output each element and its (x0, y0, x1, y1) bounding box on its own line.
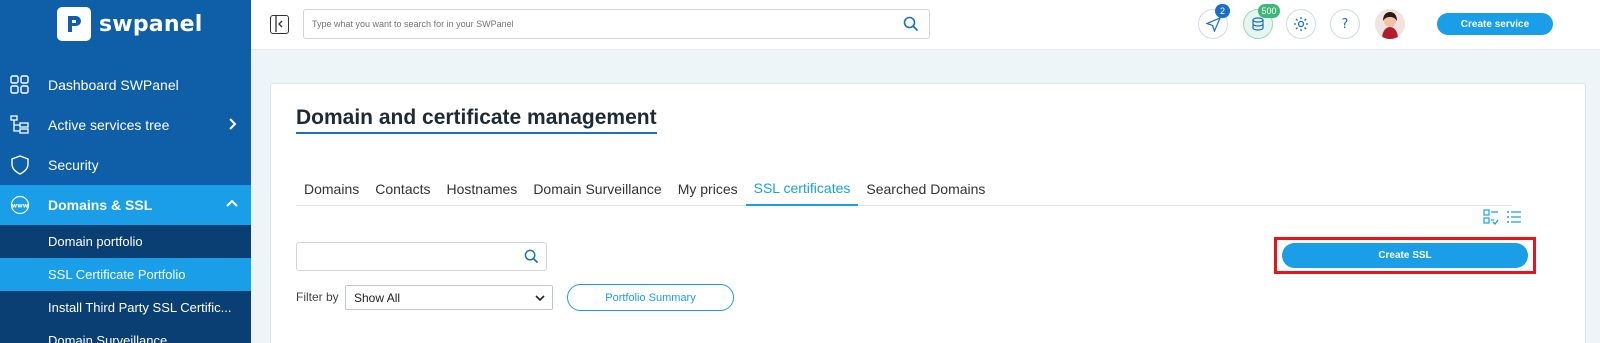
notifications-badge: 2 (1215, 4, 1230, 18)
sidebar-subitem-domain-surveillance[interactable]: Domain Surveillance (0, 324, 251, 343)
global-search (303, 9, 930, 39)
coins-icon (1252, 17, 1264, 31)
brand-logo[interactable]: swpanel (57, 7, 203, 41)
create-ssl-highlight: Create SSL (1274, 237, 1536, 274)
credits-button[interactable]: 500 (1243, 4, 1280, 39)
sidebar: swpanel Dashboard SWPanel Active service… (0, 0, 251, 343)
sidebar-subitem-install-third-party-ssl[interactable]: Install Third Party SSL Certific... (0, 291, 251, 324)
chevron-up-icon (226, 199, 238, 207)
sidebar-item-services-tree[interactable]: Active services tree (0, 105, 251, 145)
ssl-search-input[interactable] (297, 243, 517, 270)
sidebar-item-dashboard[interactable]: Dashboard SWPanel (0, 65, 251, 105)
chevron-right-icon (229, 118, 237, 130)
list-view-icon[interactable] (1506, 209, 1522, 225)
notifications-button[interactable]: 2 (1198, 4, 1230, 39)
search-icon[interactable] (524, 249, 539, 264)
sidebar-item-label: Dashboard SWPanel (48, 77, 179, 93)
sidebar-item-label: Active services tree (48, 117, 170, 133)
tab-searched-domains[interactable]: Searched Domains (858, 172, 993, 206)
brand-name: swpanel (99, 11, 203, 37)
tab-my-prices[interactable]: My prices (670, 172, 746, 206)
sidebar-item-domains-ssl[interactable]: www Domains & SSL (0, 185, 251, 225)
question-icon: ? (1341, 16, 1349, 32)
ssl-search (296, 242, 547, 271)
filter-select-value: Show All (354, 290, 401, 305)
filter-label: Filter by (296, 290, 339, 304)
search-icon[interactable] (903, 16, 919, 32)
page-title: Domain and certificate management (296, 106, 657, 134)
tab-domain-surveillance[interactable]: Domain Surveillance (525, 172, 669, 206)
tab-ssl-certificates[interactable]: SSL certificates (745, 172, 859, 206)
svg-text:www: www (12, 203, 29, 210)
sidebar-item-label: Security (48, 157, 99, 173)
chevron-down-icon (535, 295, 545, 302)
logo-icon (57, 7, 91, 41)
help-button[interactable]: ? (1330, 9, 1360, 39)
tab-hostnames[interactable]: Hostnames (439, 172, 526, 206)
create-service-button[interactable]: Create service (1437, 13, 1553, 35)
shield-icon (11, 155, 29, 175)
user-avatar[interactable] (1375, 9, 1405, 39)
portfolio-summary-button[interactable]: Portfolio Summary (567, 284, 734, 311)
sidebar-subitem-label: Install Third Party SSL Certific... (48, 300, 232, 315)
main-card: Domain and certificate management Domain… (270, 83, 1586, 343)
dashboard-icon (10, 75, 29, 94)
send-icon (1205, 16, 1221, 32)
gear-icon (1294, 17, 1308, 31)
tab-contacts[interactable]: Contacts (367, 172, 438, 206)
globe-www-icon: www (10, 195, 30, 215)
sidebar-nav: Dashboard SWPanel Active services tree S… (0, 65, 251, 343)
sidebar-item-security[interactable]: Security (0, 145, 251, 185)
collapse-sidebar-button[interactable] (270, 15, 289, 34)
tree-icon (10, 115, 29, 134)
global-search-input[interactable] (304, 10, 864, 38)
sidebar-submenu: Domain portfolio SSL Certificate Portfol… (0, 225, 251, 343)
tabs-bar: Domains Contacts Hostnames Domain Survei… (296, 172, 1512, 206)
grid-view-icon[interactable] (1483, 209, 1499, 225)
sidebar-subitem-ssl-portfolio[interactable]: SSL Certificate Portfolio (0, 258, 251, 291)
sidebar-item-label: Domains & SSL (48, 197, 153, 213)
topbar: 2 500 ? Create service (251, 0, 1600, 50)
collapse-icon (275, 16, 283, 32)
sidebar-subitem-label: SSL Certificate Portfolio (48, 267, 186, 282)
avatar-icon (1375, 9, 1405, 39)
tab-domains[interactable]: Domains (296, 172, 367, 206)
view-toggle (1483, 209, 1522, 225)
credits-badge: 500 (1258, 4, 1280, 18)
filter-select[interactable]: Show All (345, 285, 553, 310)
settings-button[interactable] (1286, 9, 1316, 39)
sidebar-subitem-label: Domain Surveillance (48, 333, 168, 343)
sidebar-subitem-domain-portfolio[interactable]: Domain portfolio (0, 225, 251, 258)
sidebar-subitem-label: Domain portfolio (48, 234, 143, 249)
create-ssl-button[interactable]: Create SSL (1282, 243, 1528, 268)
